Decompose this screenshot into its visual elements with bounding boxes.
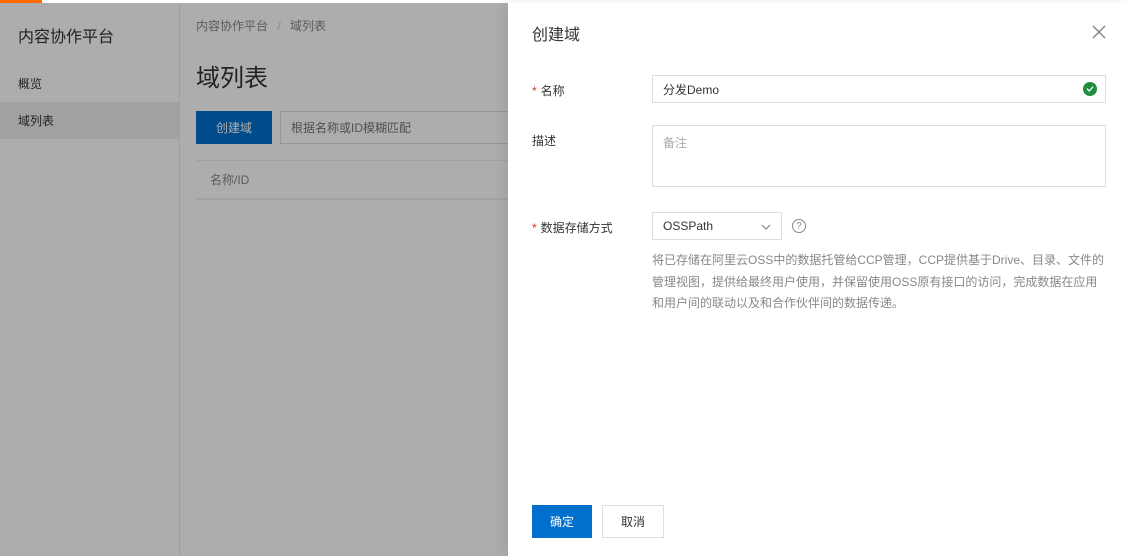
description-textarea[interactable] [652,125,1106,187]
drawer-header: 创建域 [508,3,1130,57]
required-marker: * [532,84,537,98]
confirm-button[interactable]: 确定 [532,505,592,538]
help-icon[interactable]: ? [792,219,806,233]
chevron-down-icon [761,219,771,233]
storage-help-text: 将已存储在阿里云OSS中的数据托管给CCP管理，CCP提供基于Drive、目录、… [652,250,1106,315]
drawer-title: 创建域 [532,21,580,45]
create-domain-drawer: 创建域 *名称 描述 [508,3,1130,556]
form-row-storage: *数据存储方式 OSSPath ? 将已存储在阿里云OSS中的数据托管给CCP管… [532,212,1106,315]
drawer-footer: 确定 取消 [508,491,1130,556]
name-input[interactable] [652,75,1106,103]
drawer-body: *名称 描述 *数据存储方式 [508,57,1130,491]
storage-select[interactable]: OSSPath [652,212,782,240]
valid-check-icon [1083,82,1097,96]
form-label-name: *名称 [532,75,652,103]
form-row-name: *名称 [532,75,1106,103]
close-icon[interactable] [1092,25,1106,41]
form-label-storage: *数据存储方式 [532,212,652,315]
storage-select-value: OSSPath [663,219,713,233]
cancel-button[interactable]: 取消 [602,505,664,538]
form-label-description: 描述 [532,125,652,190]
required-marker: * [532,221,537,235]
form-row-description: 描述 [532,125,1106,190]
